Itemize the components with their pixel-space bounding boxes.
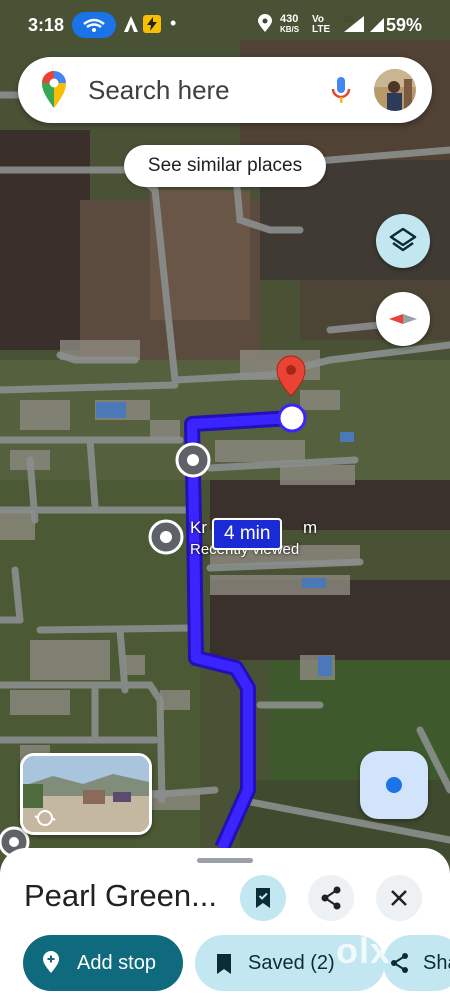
maps-pin-logo-icon: [42, 71, 66, 108]
share-button[interactable]: [308, 875, 354, 921]
avatar[interactable]: [374, 69, 416, 111]
share-chip-button[interactable]: Sha: [383, 935, 450, 991]
saved-label: Saved (2): [248, 952, 335, 974]
bolt-app-icon: [143, 15, 161, 33]
signal-label: 5G: [343, 15, 354, 24]
olx-watermark: olx: [336, 930, 392, 971]
signal-icon: [370, 18, 384, 32]
close-button[interactable]: [376, 875, 422, 921]
save-button[interactable]: [240, 875, 286, 921]
street-view-thumbnail[interactable]: [20, 753, 152, 835]
share-icon: [321, 886, 341, 910]
share-icon: [391, 953, 408, 973]
place-title: Pearl Green...: [24, 878, 217, 913]
see-similar-places-chip[interactable]: See similar places: [124, 145, 326, 187]
map-pin-icon: [175, 442, 211, 478]
dot-icon: •: [170, 13, 177, 33]
location-icon: [258, 14, 272, 32]
network-unit: KB/S: [280, 25, 300, 34]
compass-icon: [389, 314, 417, 324]
layers-button[interactable]: [376, 214, 430, 268]
sheet-drag-handle[interactable]: [197, 858, 253, 863]
search-bar[interactable]: Search here: [18, 57, 432, 123]
hotspot-indicator: [72, 12, 116, 38]
layers-icon: [389, 227, 417, 252]
profile-photo-icon: [374, 69, 416, 111]
network-speed: 430: [280, 13, 299, 25]
bookmark-icon: [256, 888, 270, 908]
volte-indicator: Vo LTE: [312, 14, 331, 35]
share-label: Sha: [423, 952, 450, 974]
street-view-image: [23, 756, 149, 832]
add-location-icon: [43, 951, 59, 973]
wifi-icon: [83, 18, 105, 32]
bookmark-icon: [217, 954, 231, 974]
mic-icon[interactable]: [331, 75, 351, 105]
my-location-icon: [386, 777, 402, 793]
route-duration-label: 4 min: [212, 518, 283, 550]
close-icon: [391, 890, 407, 906]
compass-button[interactable]: [376, 292, 430, 346]
app-a-icon: [124, 16, 138, 32]
status-bar: 3:18 • 430 KB/S Vo LTE 5G 59%: [0, 0, 450, 52]
map-pin-icon: [148, 519, 184, 555]
my-location-button[interactable]: [360, 751, 428, 819]
battery-level: 59%: [386, 15, 423, 35]
search-input[interactable]: Search here: [88, 75, 230, 106]
add-stop-button[interactable]: Add stop: [23, 935, 183, 991]
add-stop-label: Add stop: [77, 952, 156, 974]
status-time: 3:18: [28, 15, 65, 35]
